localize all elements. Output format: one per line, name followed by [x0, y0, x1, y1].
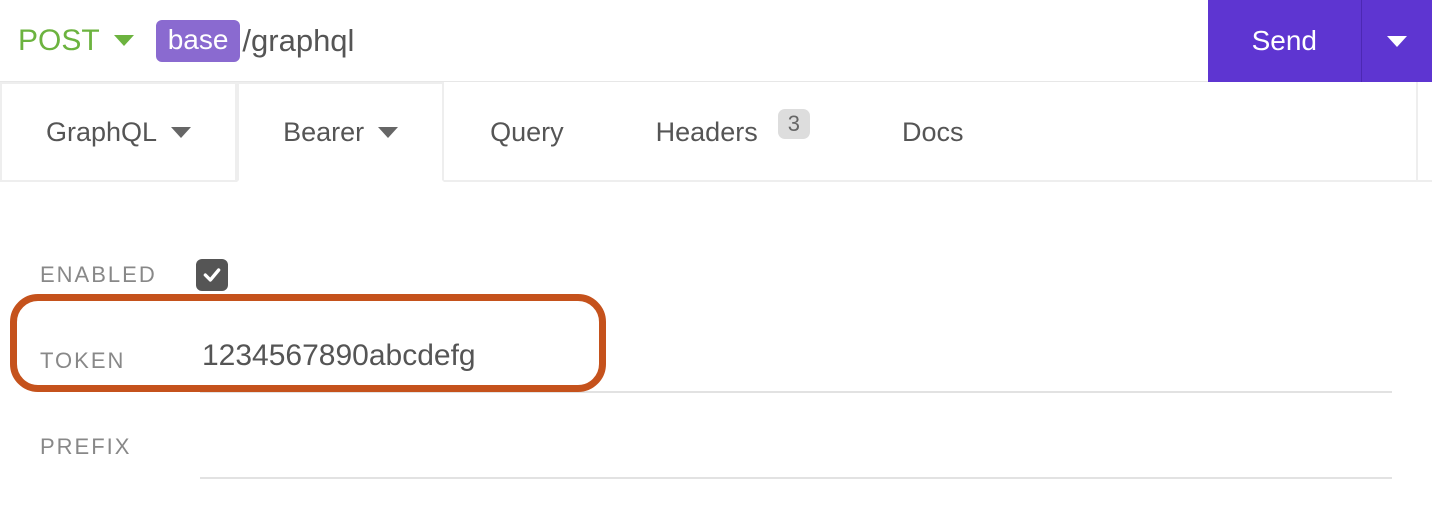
send-button-group: Send: [1208, 0, 1432, 82]
tab-query-label: Query: [490, 117, 564, 148]
chevron-down-icon: [1387, 36, 1407, 47]
tab-headers-label: Headers: [656, 117, 758, 148]
enabled-row: ENABLED: [40, 232, 1392, 318]
send-button[interactable]: Send: [1208, 0, 1362, 82]
tab-headers[interactable]: Headers 3: [610, 82, 856, 180]
enabled-checkbox[interactable]: [196, 259, 228, 291]
token-row: TOKEN: [40, 318, 1392, 404]
tab-docs[interactable]: Docs: [856, 82, 1010, 180]
tab-auth[interactable]: Bearer: [237, 82, 444, 182]
send-dropdown-button[interactable]: [1362, 0, 1432, 82]
request-bar: POST base /graphql Send: [0, 0, 1432, 82]
tab-docs-label: Docs: [902, 117, 964, 148]
enabled-label: ENABLED: [40, 262, 200, 288]
token-label: TOKEN: [40, 348, 200, 374]
tab-auth-label: Bearer: [283, 117, 364, 148]
chevron-down-icon: [171, 127, 191, 138]
headers-count-badge: 3: [778, 109, 810, 139]
chevron-down-icon: [114, 35, 134, 46]
tab-body[interactable]: GraphQL: [0, 82, 237, 180]
prefix-input[interactable]: [200, 415, 1392, 479]
prefix-label: PREFIX: [40, 434, 200, 460]
url-path[interactable]: /graphql: [242, 23, 354, 59]
request-tabs: GraphQL Bearer Query Headers 3 Docs: [0, 82, 1432, 182]
prefix-row: PREFIX: [40, 404, 1392, 490]
chevron-down-icon: [378, 127, 398, 138]
tab-body-label: GraphQL: [46, 117, 157, 148]
base-url-tag[interactable]: base: [156, 20, 241, 62]
check-icon: [202, 265, 222, 285]
http-method-dropdown[interactable]: POST: [18, 24, 134, 58]
http-method-label: POST: [18, 24, 100, 58]
auth-form: ENABLED TOKEN PREFIX: [0, 182, 1432, 490]
tab-query[interactable]: Query: [444, 82, 610, 180]
token-input[interactable]: [200, 329, 1392, 393]
